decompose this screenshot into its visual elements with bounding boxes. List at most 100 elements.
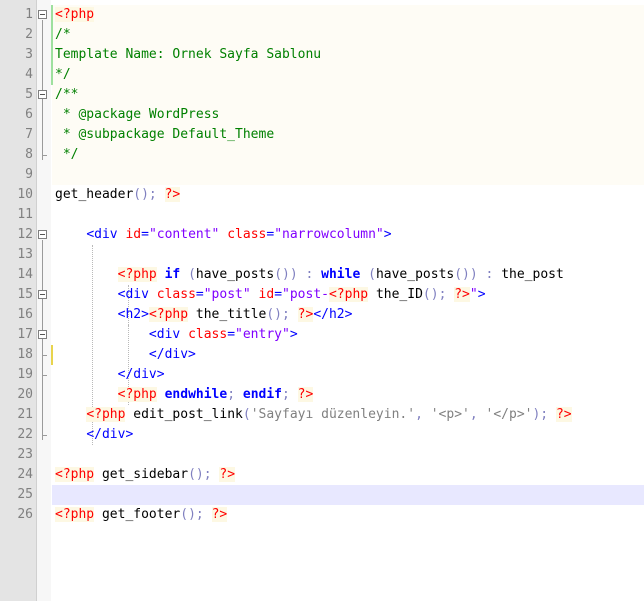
code-line[interactable]: */ — [55, 145, 79, 165]
code-token: ( — [242, 407, 251, 422]
code-token: get_sidebar — [101, 467, 189, 482]
code-token: </div> — [148, 347, 196, 362]
fold-toggle-icon[interactable] — [38, 10, 47, 19]
line-number[interactable]: 22 — [0, 425, 33, 445]
line-number[interactable]: 25 — [0, 485, 33, 505]
code-line[interactable]: <?php — [55, 5, 95, 25]
line-number[interactable]: 17 — [0, 325, 33, 345]
code-token: if — [164, 267, 181, 282]
line-number[interactable]: 7 — [0, 125, 33, 145]
code-line[interactable]: <div class="post" id="post-<?php the_ID(… — [55, 285, 486, 305]
code-token: "narrowcolumn" — [274, 227, 384, 242]
line-number[interactable]: 16 — [0, 305, 33, 325]
code-token: /* — [55, 27, 71, 42]
line-number[interactable]: 14 — [0, 265, 33, 285]
fold-toggle-icon[interactable] — [38, 230, 47, 239]
code-token: endif — [242, 387, 283, 402]
code-token: class — [188, 327, 228, 342]
line-number[interactable]: 9 — [0, 165, 33, 185]
code-line[interactable]: * @package WordPress — [55, 105, 220, 125]
code-token: ( — [360, 267, 376, 282]
code-line[interactable]: Template Name: Ornek Sayfa Sablonu — [55, 45, 321, 65]
code-line[interactable]: <div id="content" class="narrowcolumn"> — [55, 225, 391, 245]
code-token: /** — [55, 87, 79, 102]
code-line[interactable]: <?php get_sidebar(); ?> — [55, 465, 236, 485]
line-number[interactable]: 23 — [0, 445, 33, 465]
code-token: <div — [148, 327, 181, 342]
line-number[interactable]: 1 — [0, 5, 33, 25]
code-token: "content" — [148, 227, 220, 242]
line-number[interactable]: 18 — [0, 345, 33, 365]
fold-end-marker — [42, 355, 47, 356]
code-token: the_ID — [375, 287, 423, 302]
line-number[interactable]: 19 — [0, 365, 33, 385]
code-token: " — [469, 287, 478, 302]
line-number[interactable]: 24 — [0, 465, 33, 485]
code-token: class — [227, 227, 267, 242]
line-number[interactable]: 21 — [0, 405, 33, 425]
code-line[interactable]: <?php edit_post_link('Sayfayı düzenleyin… — [55, 405, 572, 425]
code-line[interactable]: * @subpackage Default_Theme — [55, 125, 274, 145]
code-line[interactable]: <h2><?php the_title(); ?></h2> — [55, 305, 352, 325]
code-line[interactable]: <?php endwhile; endif; ?> — [55, 385, 314, 405]
code-line[interactable]: </div> — [55, 345, 196, 365]
code-token: */ — [55, 67, 71, 82]
code-line[interactable]: */ — [55, 65, 71, 85]
line-number-gutter[interactable]: 1 2 3 4 5 6 7 8 9 10 11 12 13 14 15 16 17 18 19 20 21 22 23 24 2… — [0, 0, 37, 601]
line-number[interactable]: 3 — [0, 45, 33, 65]
code-editor[interactable]: 1 2 3 4 5 6 7 8 9 10 11 12 13 14 15 16 17 18 19 20 21 22 23 24 2… — [0, 0, 644, 601]
code-token: ( — [180, 267, 196, 282]
code-token: ?> — [211, 507, 228, 522]
code-token: </h2> — [313, 307, 353, 322]
code-token: ); — [532, 407, 549, 422]
line-number[interactable]: 15 — [0, 285, 33, 305]
code-line[interactable]: get_header(); ?> — [55, 185, 181, 205]
line-number[interactable]: 2 — [0, 25, 33, 45]
line-number[interactable]: 11 — [0, 205, 33, 225]
line-number[interactable]: 26 — [0, 505, 33, 525]
saved-change-marker — [51, 65, 53, 85]
code-token: ?> — [297, 387, 314, 402]
line-number[interactable]: 12 — [0, 225, 33, 245]
fold-toggle-icon[interactable] — [38, 330, 47, 339]
code-line[interactable]: </div> — [55, 365, 165, 385]
line-number[interactable]: 13 — [0, 245, 33, 265]
code-line[interactable]: <?php if (have_posts()) : while (have_po… — [55, 265, 564, 285]
code-line[interactable]: <?php get_footer(); ?> — [55, 505, 228, 525]
fold-toggle-icon[interactable] — [38, 290, 47, 299]
fold-toggle-icon[interactable] — [38, 90, 47, 99]
code-token: ; — [282, 387, 290, 402]
line-number[interactable]: 6 — [0, 105, 33, 125]
code-line[interactable]: <div class="entry"> — [55, 325, 298, 345]
line-number[interactable]: 8 — [0, 145, 33, 165]
code-token: while — [321, 267, 361, 282]
code-line[interactable]: </div> — [55, 425, 133, 445]
line-number[interactable]: 20 — [0, 385, 33, 405]
code-line[interactable]: /** — [55, 85, 78, 105]
code-token: have_posts — [375, 267, 455, 282]
code-token: : — [297, 267, 322, 282]
line-number[interactable]: 5 — [0, 85, 33, 105]
line-number[interactable]: 10 — [0, 185, 33, 205]
line-number[interactable]: 4 — [0, 65, 33, 85]
code-token: ()) — [454, 267, 478, 282]
code-token: <?php — [55, 7, 95, 22]
php-block-highlight — [52, 5, 644, 185]
code-token: , — [469, 407, 486, 422]
code-line[interactable]: /* — [55, 25, 71, 45]
code-token: ; — [227, 387, 236, 402]
code-token: ?> — [297, 307, 314, 322]
